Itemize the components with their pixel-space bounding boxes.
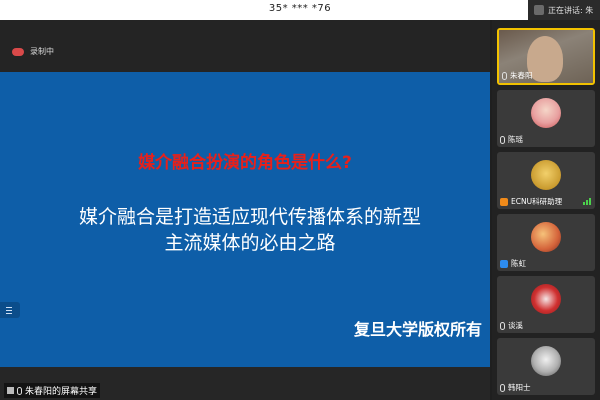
mic-icon: [500, 383, 505, 392]
participant-tile[interactable]: 陈瑶: [497, 90, 595, 147]
mic-icon: [500, 135, 505, 144]
participant-label: 谈溪: [500, 320, 523, 331]
speaking-indicator[interactable]: 正在讲话: 朱: [528, 0, 600, 20]
window-title: 35* *** *76: [268, 3, 332, 14]
window-title-bar: 35* *** *76 正在讲话: 朱: [0, 0, 600, 20]
slide-copyright: 复旦大学版权所有: [353, 320, 482, 339]
participant-avatar: [531, 160, 561, 190]
participant-name: ECNU科研助理: [511, 197, 563, 206]
participant-name: 陈瑶: [508, 135, 523, 144]
speaker-avatar-icon: [534, 5, 544, 15]
person-icon: [500, 197, 508, 206]
participant-label: 陈瑶: [500, 134, 523, 145]
participant-avatar: [531, 284, 561, 314]
screen-share-name: 朱春阳的屏幕共享: [25, 387, 98, 397]
participant-avatar: [531, 222, 561, 252]
recording-bar: 录制中: [0, 20, 490, 72]
screen-share-area: 录制中 媒介融合扮演的角色是什么? 媒介融合是打造适应现代传播体系的新型 主流媒…: [0, 20, 490, 400]
screen-icon: [7, 387, 14, 394]
participant-name: 谈溪: [508, 321, 523, 330]
participant-name: 朱春阳: [510, 71, 533, 80]
recording-status[interactable]: 录制中: [12, 46, 54, 57]
mic-icon: [17, 386, 22, 395]
speaking-label: 正在讲话: 朱: [548, 5, 594, 15]
recording-label: 录制中: [30, 47, 54, 56]
side-toolbar-handle[interactable]: [0, 302, 20, 318]
audio-level-icon: [583, 198, 591, 205]
mic-icon: [502, 71, 507, 80]
slide-answer-line-1: 媒介融合是打造适应现代传播体系的新型: [78, 206, 421, 228]
participant-tile[interactable]: 谈溪: [497, 276, 595, 333]
participant-tile[interactable]: 朱春阳: [497, 28, 595, 85]
slide-answer: 媒介融合是打造适应现代传播体系的新型 主流媒体的必由之路: [30, 204, 470, 256]
mic-icon: [500, 321, 505, 330]
participant-avatar: [531, 346, 561, 376]
participant-label: 陈虹: [500, 258, 526, 269]
participant-name: 陈虹: [511, 259, 526, 268]
slide-question: 媒介融合扮演的角色是什么?: [138, 153, 352, 173]
participant-tile[interactable]: 韩阳士: [497, 338, 595, 395]
share-bottom-bar: 朱春阳的屏幕共享: [0, 367, 490, 400]
screen-share-label: 朱春阳的屏幕共享: [4, 383, 101, 398]
participant-label: 朱春阳: [502, 70, 533, 81]
participant-panel: 朱春阳 陈瑶 ECNU科研助理 陈虹 谈溪 韩阳士: [492, 20, 600, 400]
slide-answer-line-2: 主流媒体的必由之路: [164, 232, 336, 254]
participant-name: 韩阳士: [508, 383, 531, 392]
participant-tile[interactable]: ECNU科研助理: [497, 152, 595, 209]
participant-tile[interactable]: 陈虹: [497, 214, 595, 271]
cloud-record-icon: [12, 47, 24, 56]
participant-label: 韩阳士: [500, 382, 531, 393]
participant-avatar: [531, 98, 561, 128]
presentation-slide: 媒介融合扮演的角色是什么? 媒介融合是打造适应现代传播体系的新型 主流媒体的必由…: [0, 72, 490, 367]
person-icon: [500, 259, 508, 268]
participant-label: ECNU科研助理: [500, 196, 562, 207]
